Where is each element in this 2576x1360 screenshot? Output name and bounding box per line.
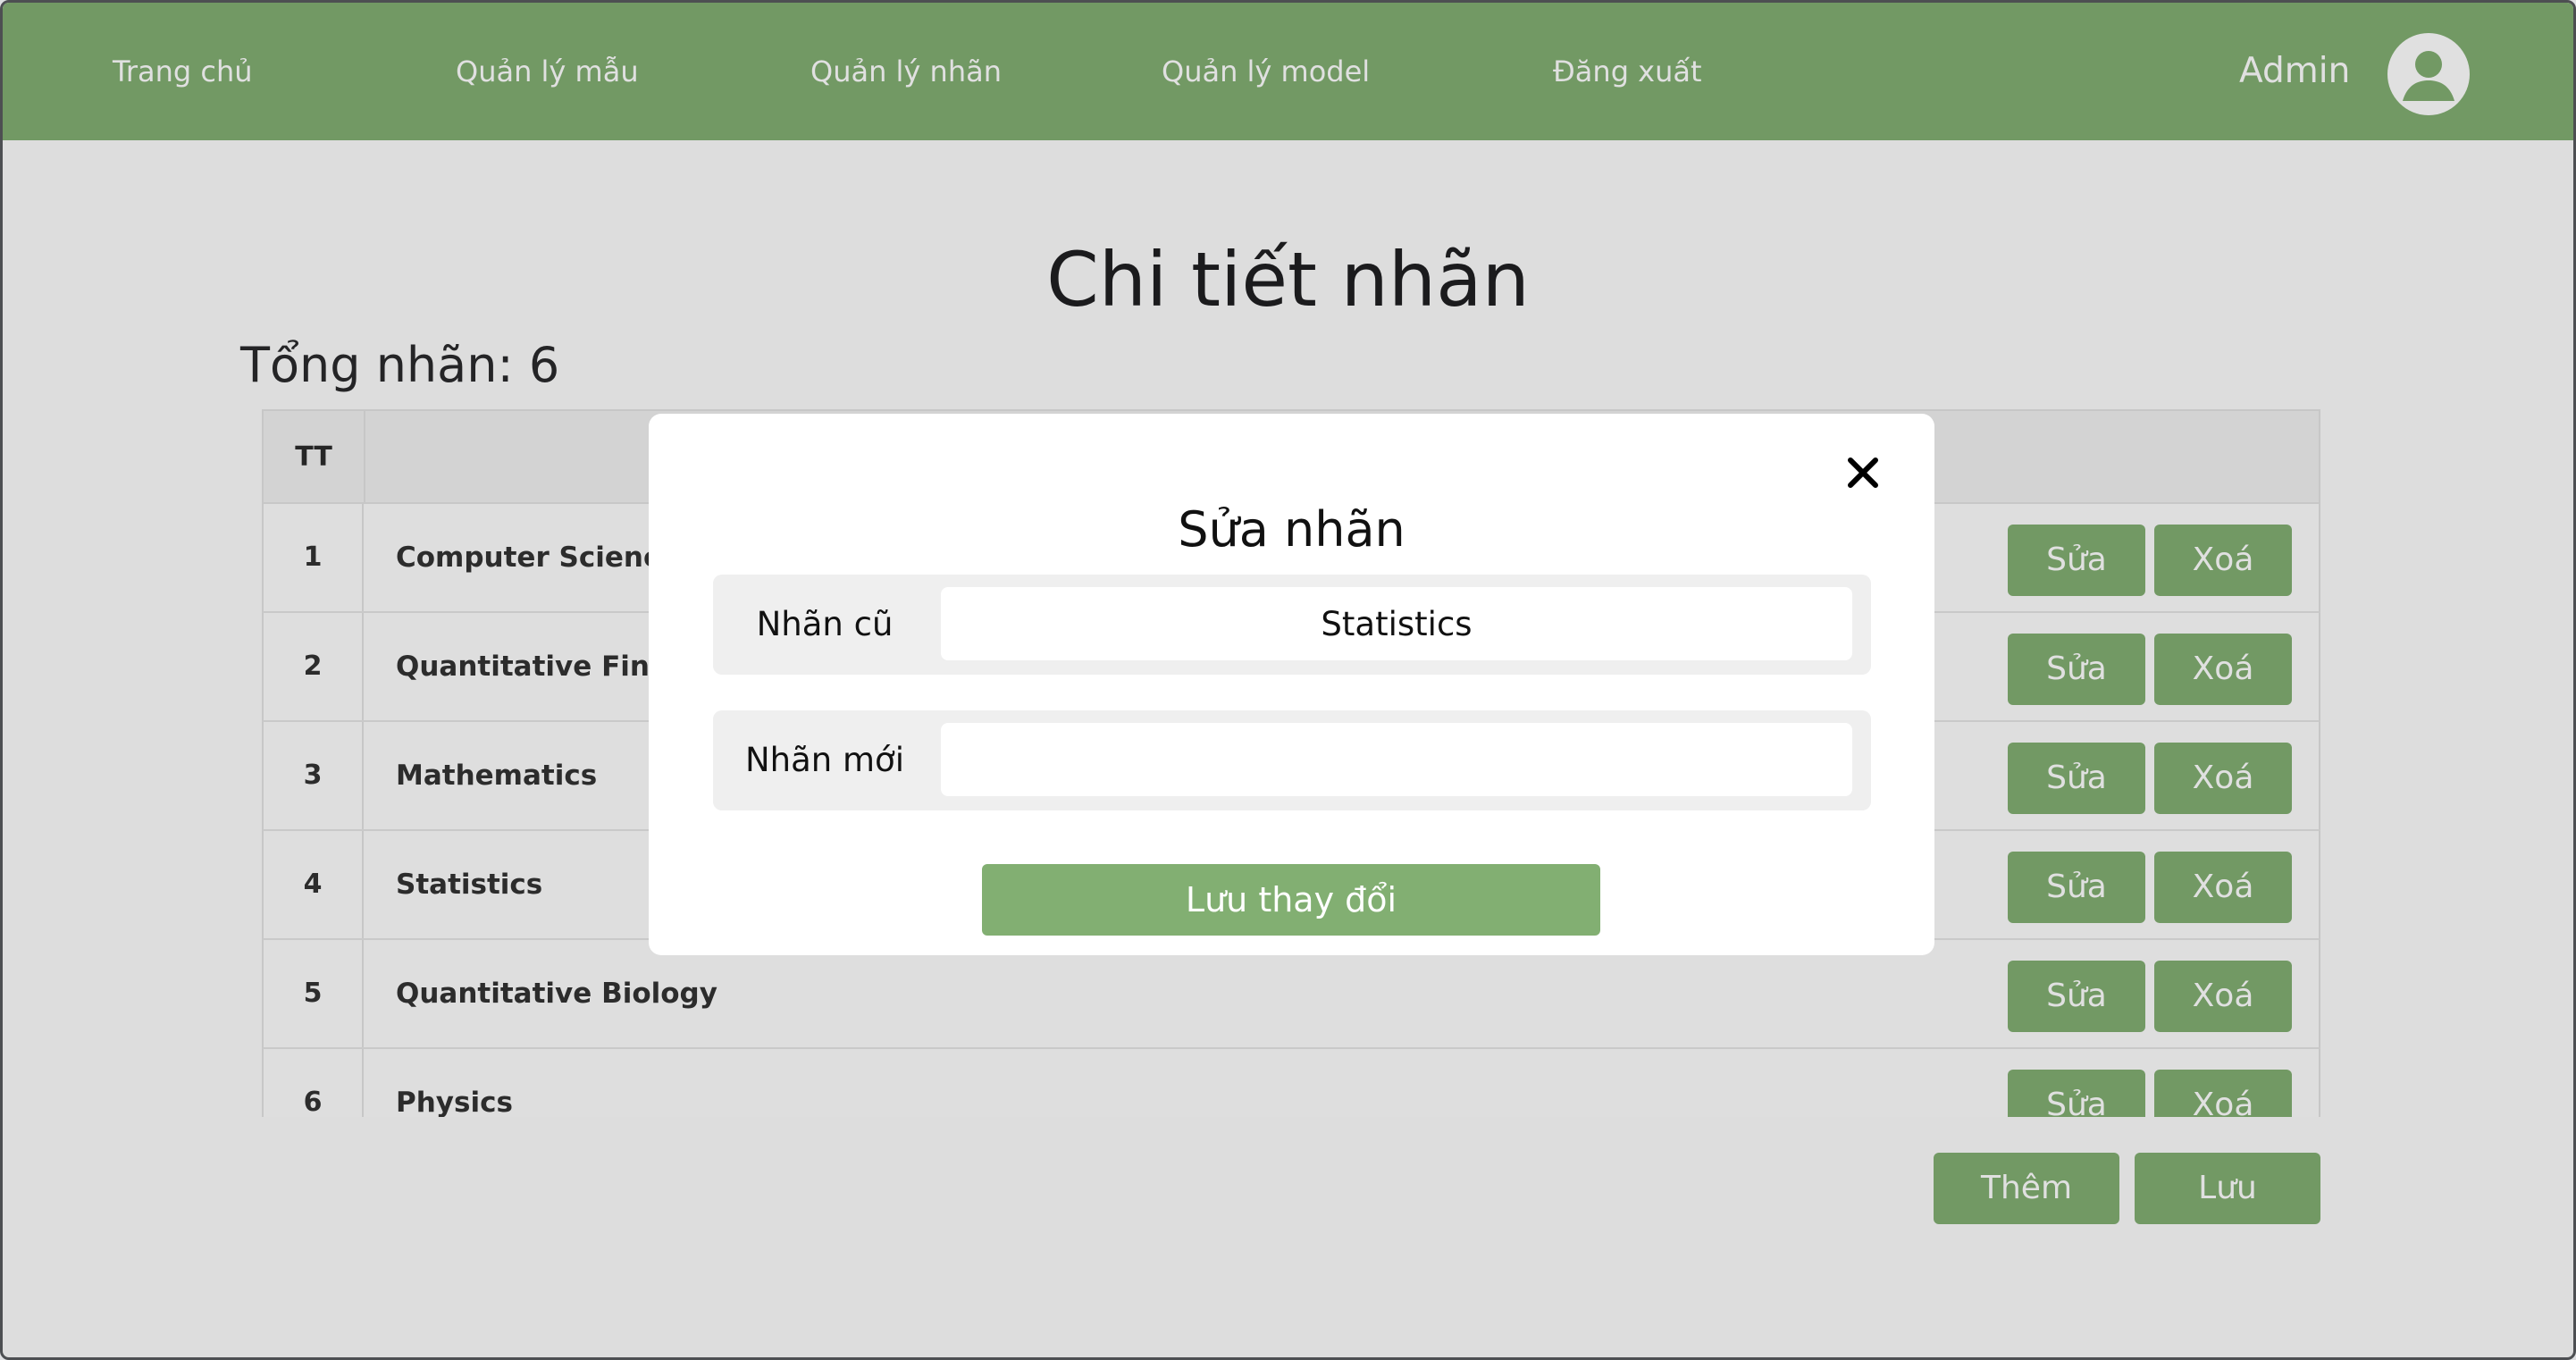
- new-label-field[interactable]: [941, 723, 1852, 796]
- new-label-caption: Nhãn mới: [745, 741, 904, 779]
- old-label-row: Nhãn cũ: [713, 575, 1871, 675]
- old-label-field[interactable]: [941, 587, 1852, 660]
- old-label-caption: Nhãn cũ: [756, 605, 894, 643]
- close-button[interactable]: [1842, 451, 1884, 494]
- modal-title: Sửa nhãn: [1178, 501, 1405, 558]
- app-window: Trang chủ Quản lý mẫu Quản lý nhãn Quản …: [0, 0, 2576, 1360]
- edit-label-modal: Sửa nhãn Nhãn cũ Nhãn mới Lưu thay đổi: [649, 414, 1934, 955]
- close-icon: [1848, 458, 1878, 488]
- save-changes-button[interactable]: Lưu thay đổi: [982, 864, 1600, 936]
- new-label-row: Nhãn mới: [713, 710, 1871, 810]
